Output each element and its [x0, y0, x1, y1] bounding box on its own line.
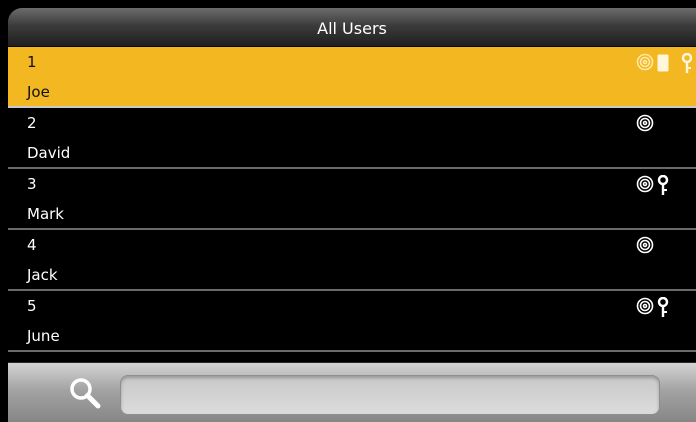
- user-id: 4: [27, 236, 37, 254]
- verification-icons: [636, 236, 696, 258]
- user-name: Jack: [27, 266, 58, 284]
- user-row-2[interactable]: 2 David: [8, 108, 696, 169]
- user-name: June: [27, 327, 60, 345]
- verification-icons: [636, 297, 696, 319]
- user-row-5[interactable]: 5 June: [8, 291, 696, 352]
- search-bar: [8, 362, 696, 422]
- user-list: 1 Joe 2 David 3 Mark 4 Jack 5 June: [8, 47, 696, 352]
- fingerprint-icon: [636, 53, 654, 71]
- page-title: All Users: [317, 19, 387, 38]
- screen: All Users 1 Joe 2 David 3 Mark 4 Jack 5 …: [0, 0, 696, 422]
- fingerprint-icon: [636, 114, 654, 132]
- key-icon: [656, 175, 670, 197]
- fingerprint-icon: [636, 236, 654, 254]
- search-icon[interactable]: [68, 376, 102, 410]
- verification-icons: [636, 114, 696, 136]
- user-row-3[interactable]: 3 Mark: [8, 169, 696, 230]
- user-name: Joe: [27, 83, 50, 101]
- user-row-1[interactable]: 1 Joe: [8, 47, 696, 108]
- user-id: 3: [27, 175, 37, 193]
- verification-icons: [636, 175, 696, 197]
- verification-icons: [636, 53, 696, 75]
- search-input[interactable]: [120, 375, 660, 415]
- user-id: 2: [27, 114, 37, 132]
- title-bar: All Users: [8, 8, 696, 47]
- user-name: Mark: [27, 205, 64, 223]
- user-id: 5: [27, 297, 37, 315]
- user-id: 1: [27, 53, 37, 71]
- fingerprint-icon: [636, 297, 654, 315]
- user-name: David: [27, 144, 71, 162]
- key-icon: [680, 53, 694, 75]
- fingerprint-icon: [636, 175, 654, 193]
- user-row-4[interactable]: 4 Jack: [8, 230, 696, 291]
- card-icon: [657, 54, 669, 72]
- key-icon: [656, 297, 670, 319]
